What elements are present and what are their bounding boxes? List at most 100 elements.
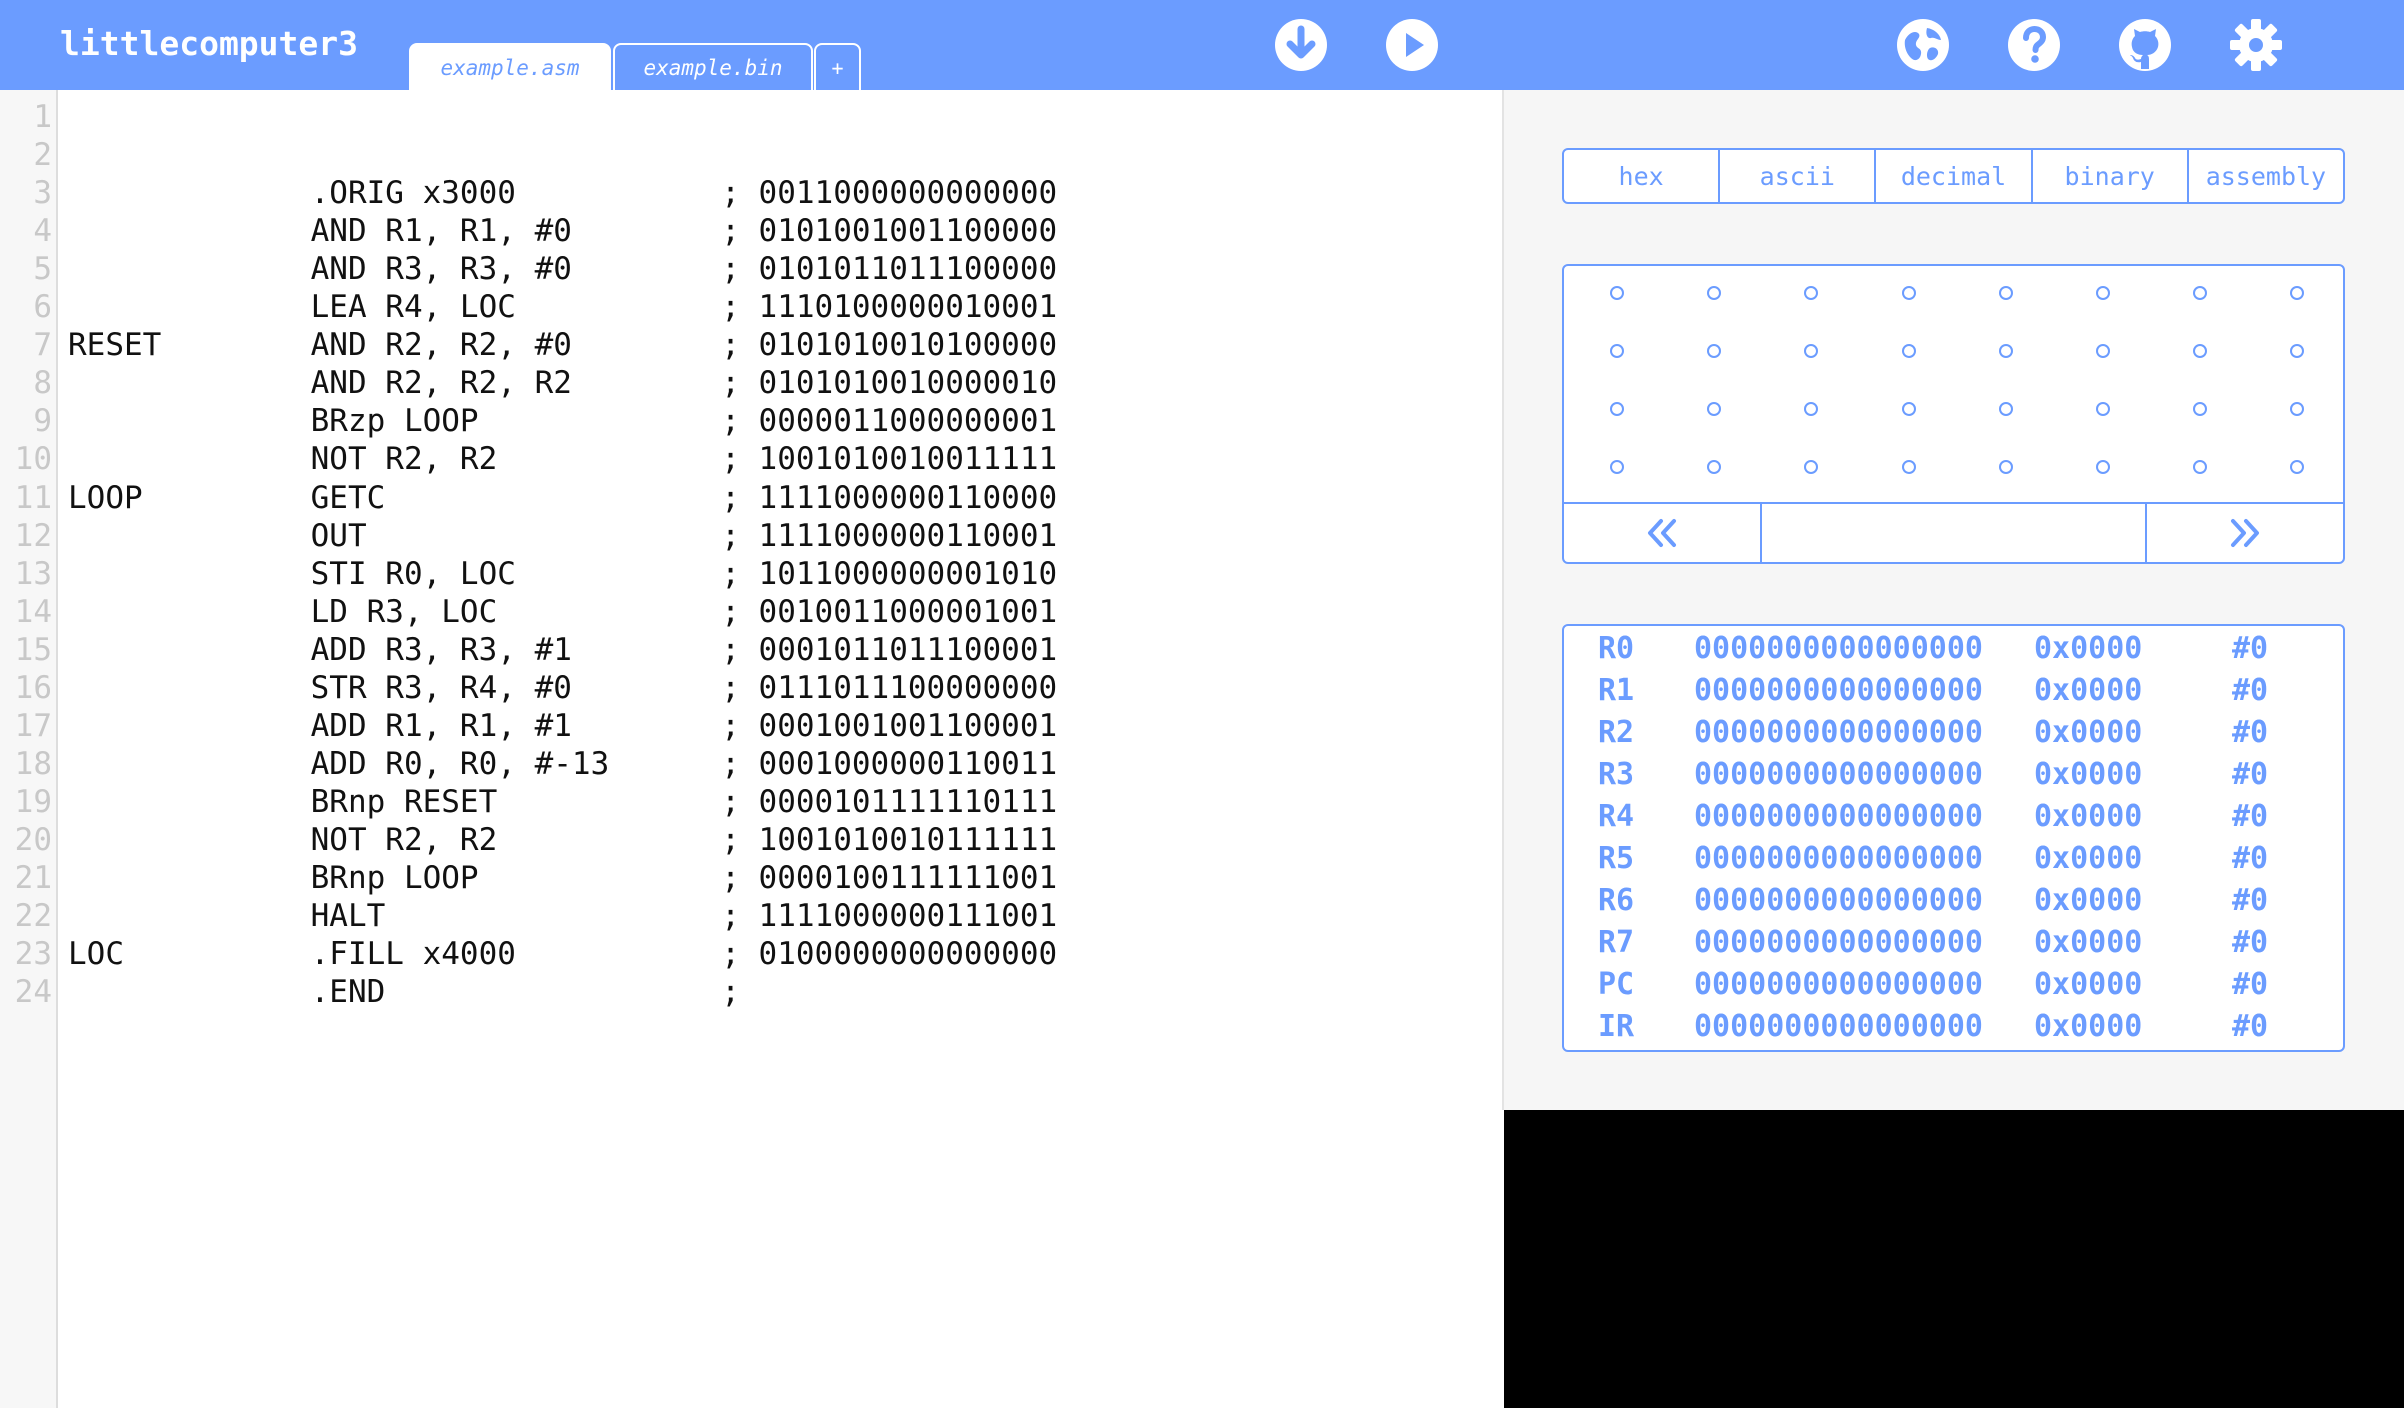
format-binary-button[interactable]: binary (2033, 150, 2189, 202)
memory-cell[interactable] (1901, 402, 1916, 416)
register-name: R1 (1598, 673, 1635, 708)
register-decimal-value: #0 (2232, 757, 2269, 792)
memory-cell[interactable] (2193, 344, 2208, 358)
add-tab-button[interactable]: + (814, 43, 861, 90)
code-line[interactable]: STR R3, R4, #0 ; 0111011100000000 (68, 669, 1058, 707)
memory-cell[interactable] (1707, 286, 1722, 300)
format-decimal-button[interactable]: decimal (1876, 150, 2033, 202)
memory-cell[interactable] (1901, 344, 1916, 358)
memory-cell[interactable] (2193, 402, 2208, 416)
code-line[interactable]: ADD R0, R0, #-13 ; 0001000000110011 (68, 745, 1058, 783)
memory-cell[interactable] (1998, 286, 2013, 300)
line-number: 8 (33, 365, 52, 402)
code-line[interactable]: LOOP GETC ; 1111000000110000 (68, 479, 1057, 517)
memory-cell[interactable] (1998, 344, 2013, 358)
memory-view (1562, 264, 2345, 564)
memory-cell[interactable] (1610, 286, 1624, 300)
app-title: littlecomputer3 (60, 24, 359, 63)
register-binary-value: 0000000000000000 (1694, 799, 1983, 834)
register-binary-value: 0000000000000000 (1694, 883, 1983, 918)
register-name: R6 (1598, 883, 1635, 918)
code-line[interactable]: AND R1, R1, #0 ; 0101001001100000 (68, 212, 1058, 250)
memory-cell[interactable] (2290, 286, 2305, 300)
format-ascii-button[interactable]: ascii (1720, 150, 1877, 202)
code-line[interactable]: BRnp RESET ; 0000101111110111 (68, 783, 1058, 821)
memory-cell[interactable] (2096, 460, 2110, 474)
format-assembly-button[interactable]: assembly (2189, 150, 2343, 202)
code-line[interactable]: LOC .FILL x4000 ; 0100000000000000 (68, 935, 1057, 973)
memory-address-input[interactable] (1762, 504, 2147, 562)
code-editor[interactable]: .ORIG x3000 ; 0011000000000000 AND R1, R… (60, 90, 1502, 1408)
code-line[interactable]: OUT ; 1111000000110001 (68, 517, 1058, 555)
code-line[interactable]: BRzp LOOP ; 0000011000000001 (68, 402, 1058, 440)
register-binary-value: 0000000000000000 (1694, 967, 1983, 1002)
register-hex-value: 0x0000 (2034, 673, 2143, 708)
register-hex-value: 0x0000 (2034, 841, 2143, 876)
code-line[interactable]: STI R0, LOC ; 1011000000001010 (68, 555, 1058, 593)
double-chevron-right-icon[interactable] (2147, 504, 2343, 562)
code-line[interactable]: RESET AND R2, R2, #0 ; 0101010010100000 (68, 326, 1057, 364)
code-line[interactable]: LD R3, LOC ; 0010011000001001 (68, 593, 1058, 631)
globe-icon[interactable] (1896, 18, 1950, 72)
register-binary-value: 0000000000000000 (1694, 925, 1983, 960)
memory-cell[interactable] (1804, 344, 1819, 358)
code-line[interactable]: AND R2, R2, R2 ; 0101010010000010 (68, 364, 1058, 402)
memory-cell[interactable] (2193, 460, 2208, 474)
line-number: 16 (14, 669, 52, 706)
code-line[interactable]: BRnp LOOP ; 0000100111111001 (68, 859, 1058, 897)
code-line[interactable]: ADD R3, R3, #1 ; 0001011011100001 (68, 631, 1058, 669)
line-number: 18 (14, 745, 52, 782)
line-number: 24 (14, 974, 52, 1011)
double-chevron-left-icon[interactable] (1564, 504, 1762, 562)
register-row: IR 0000000000000000 0x0000 #0 (1564, 1006, 2343, 1048)
register-binary-value: 0000000000000000 (1694, 757, 1983, 792)
help-icon[interactable] (2007, 18, 2061, 72)
run-icon[interactable] (1385, 18, 1439, 72)
code-line[interactable]: NOT R2, R2 ; 1001010010111111 (68, 821, 1058, 859)
memory-cell[interactable] (1707, 344, 1722, 358)
code-line[interactable]: HALT ; 1111000000111001 (68, 897, 1058, 935)
download-icon[interactable] (1274, 18, 1328, 72)
memory-cell[interactable] (2290, 402, 2305, 416)
memory-cell[interactable] (1707, 402, 1722, 416)
memory-cell[interactable] (2290, 344, 2305, 358)
register-name: R4 (1598, 799, 1635, 834)
line-number-gutter: 1 2 3 4 5 6 7 8 9 10 11 12 13 14 15 16 17 18 19 20 21 22 23 24 (0, 90, 58, 1408)
memory-cell[interactable] (1901, 460, 1916, 474)
code-line[interactable]: AND R3, R3, #0 ; 0101011011100000 (68, 250, 1058, 288)
memory-cell[interactable] (1610, 344, 1624, 358)
memory-cell[interactable] (2096, 286, 2110, 300)
memory-cell[interactable] (1998, 460, 2013, 474)
memory-cell[interactable] (1707, 460, 1722, 474)
memory-cell[interactable] (1901, 286, 1916, 300)
code-line[interactable]: .ORIG x3000 ; 0011000000000000 (68, 174, 1058, 212)
code-line[interactable]: ADD R1, R1, #1 ; 0001001001100001 (68, 707, 1058, 745)
tab-example-bin[interactable]: example.bin (613, 43, 813, 90)
register-row: R7 0000000000000000 0x0000 #0 (1564, 922, 2343, 964)
line-number: 6 (33, 289, 52, 326)
register-decimal-value: #0 (2232, 925, 2269, 960)
memory-cell[interactable] (1610, 460, 1624, 474)
memory-cell[interactable] (1804, 402, 1819, 416)
register-decimal-value: #0 (2232, 1009, 2269, 1044)
memory-cell[interactable] (1998, 402, 2013, 416)
memory-cell[interactable] (1804, 286, 1819, 300)
line-number: 2 (33, 137, 52, 174)
memory-cell[interactable] (2096, 344, 2110, 358)
console-output[interactable] (1504, 1110, 2404, 1408)
code-line[interactable]: NOT R2, R2 ; 1001010010011111 (68, 440, 1058, 478)
memory-cell[interactable] (1804, 460, 1819, 474)
line-number: 22 (14, 898, 52, 935)
memory-cell[interactable] (2096, 402, 2110, 416)
code-line[interactable]: LEA R4, LOC ; 1110100000010001 (68, 288, 1058, 326)
memory-cell[interactable] (2290, 460, 2305, 474)
format-hex-button[interactable]: hex (1564, 150, 1721, 202)
register-hex-value: 0x0000 (2034, 799, 2143, 834)
settings-icon[interactable] (2229, 18, 2283, 72)
github-icon[interactable] (2118, 18, 2172, 72)
tab-example-asm[interactable]: example.asm (409, 43, 611, 90)
memory-cell[interactable] (1610, 402, 1624, 416)
memory-cell[interactable] (2193, 286, 2208, 300)
line-number: 17 (14, 707, 52, 744)
code-line[interactable]: .END ; (68, 973, 740, 1011)
